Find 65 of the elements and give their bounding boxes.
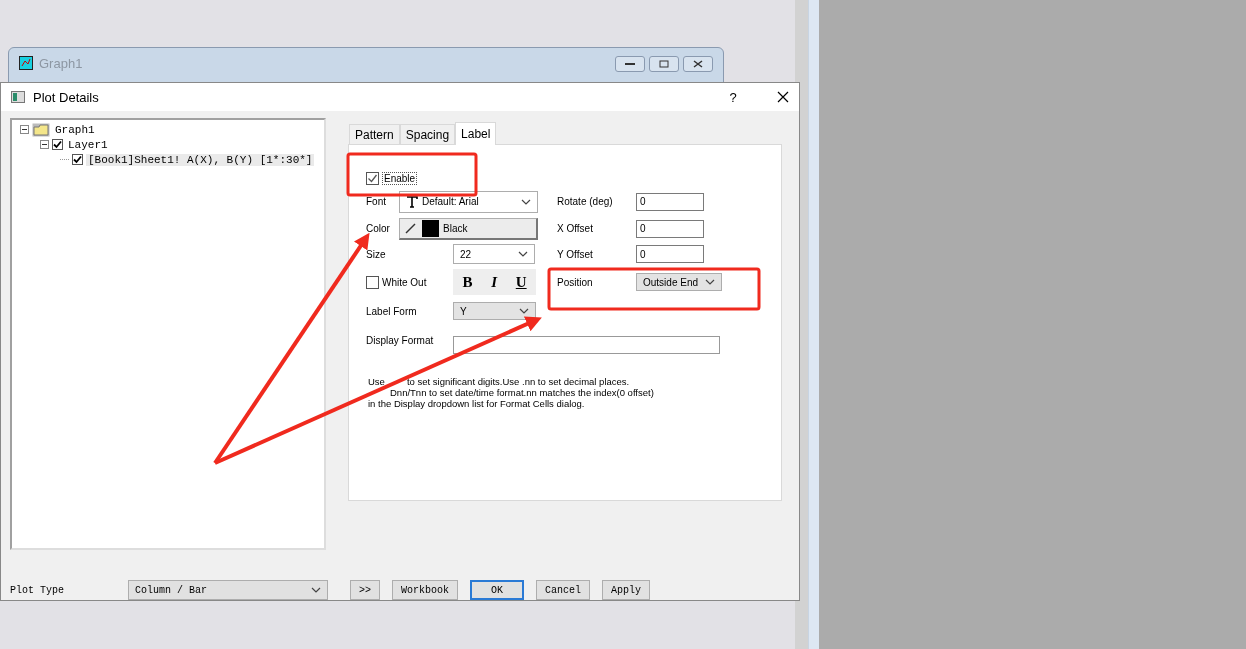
font-icon bbox=[406, 195, 418, 208]
folder-icon bbox=[32, 122, 50, 137]
caret-icon bbox=[519, 308, 529, 314]
tab[interactable]: Spacing bbox=[399, 124, 456, 144]
field-label: Size bbox=[366, 248, 387, 260]
dialog-button[interactable]: Workbook bbox=[392, 580, 459, 600]
input-field[interactable]: 0 bbox=[636, 192, 704, 211]
dialog-title: Plot Details bbox=[33, 89, 100, 105]
color-button[interactable]: Black bbox=[399, 217, 538, 240]
field-label: Position bbox=[557, 276, 594, 288]
tree-item[interactable]: [Book1]Sheet1! A(X), B(Y) [1*:30*] bbox=[86, 153, 315, 166]
label-form-dropdown[interactable]: Y bbox=[453, 302, 536, 320]
input-field[interactable]: 0 bbox=[636, 245, 704, 263]
close-button[interactable] bbox=[683, 56, 713, 72]
position-dropdown[interactable]: Outside End bbox=[636, 273, 722, 291]
plot-type-dropdown[interactable]: Column / Bar bbox=[128, 580, 328, 600]
collapse-icon[interactable] bbox=[40, 140, 49, 149]
check-icon bbox=[53, 140, 62, 149]
dialog-button[interactable]: >> bbox=[350, 580, 380, 600]
help-text: Dnn/Tnn to set date/time format.nn matches the index(0 offset) bbox=[390, 387, 654, 398]
field-label: Color bbox=[366, 223, 391, 234]
enable-checkbox[interactable]: Enable bbox=[366, 171, 538, 185]
caret-icon bbox=[518, 251, 528, 257]
caret-icon bbox=[521, 198, 531, 205]
input-field[interactable]: 0 bbox=[636, 219, 704, 238]
dialog-button[interactable]: Apply bbox=[602, 580, 651, 600]
tree-item[interactable]: Graph1 bbox=[53, 123, 97, 136]
style-button[interactable]: U bbox=[511, 273, 531, 291]
display-format-field[interactable] bbox=[453, 336, 720, 354]
check-icon bbox=[367, 172, 378, 184]
caret-icon bbox=[705, 279, 715, 285]
tab[interactable]: Pattern bbox=[349, 124, 400, 144]
window-title: Graph1 bbox=[39, 56, 84, 71]
graph-icon bbox=[19, 56, 33, 70]
help-text: Use bbox=[368, 376, 385, 387]
dialog-icon bbox=[11, 91, 25, 103]
help-button[interactable]: ? bbox=[723, 89, 743, 105]
minimize-icon bbox=[625, 62, 635, 66]
close-icon[interactable] bbox=[777, 91, 789, 103]
tree-item[interactable]: Layer1 bbox=[66, 138, 110, 151]
tree-checkbox[interactable] bbox=[52, 139, 63, 150]
collapse-icon[interactable] bbox=[20, 125, 29, 134]
style-button[interactable]: I bbox=[487, 273, 501, 291]
halo-checkbox[interactable]: White Out bbox=[366, 275, 453, 289]
size-dropdown[interactable]: 22 bbox=[453, 244, 535, 264]
caret-icon bbox=[311, 587, 321, 593]
help-text: in the Display dropdown list for Format Cells dialog. bbox=[368, 398, 585, 409]
pencil-icon bbox=[404, 222, 418, 234]
minimize-button[interactable] bbox=[615, 56, 645, 72]
field-label: Display Format bbox=[366, 334, 435, 346]
field-label: Y Offset bbox=[557, 248, 594, 260]
field-label: Font bbox=[366, 196, 387, 207]
close-icon bbox=[693, 60, 703, 68]
tree-checkbox[interactable] bbox=[72, 154, 83, 165]
restore-icon bbox=[659, 60, 669, 68]
tab[interactable]: Label bbox=[455, 122, 497, 145]
dialog-button[interactable]: OK bbox=[470, 580, 525, 600]
check-icon bbox=[73, 155, 82, 164]
style-button[interactable]: B bbox=[458, 273, 477, 291]
dialog-button[interactable]: Cancel bbox=[536, 580, 591, 600]
plot-type-label: Plot Type bbox=[10, 584, 65, 596]
field-label: X Offset bbox=[557, 223, 594, 234]
field-label: Rotate (deg) bbox=[557, 196, 614, 207]
help-text: to set significant digits.Use .nn to set decimal places. bbox=[406, 376, 630, 387]
field-label: Label Form bbox=[366, 305, 418, 317]
